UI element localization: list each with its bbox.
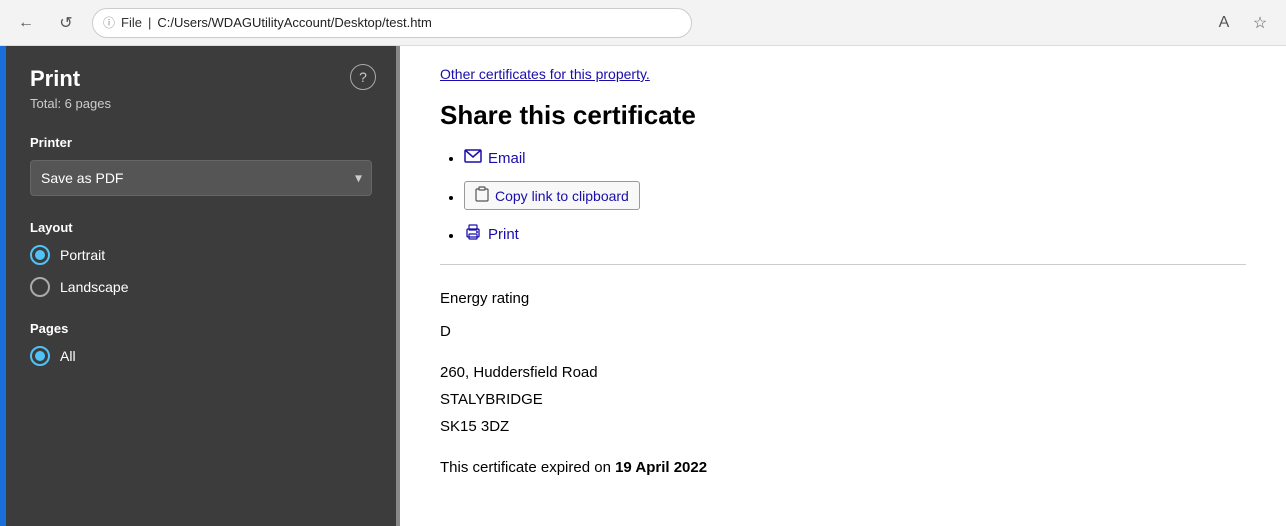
- file-label: File: [121, 15, 142, 30]
- print-panel: Print Total: 6 pages ? Printer Save as P…: [6, 46, 396, 526]
- print-title: Print: [30, 66, 372, 92]
- other-certs-link[interactable]: Other certificates for this property.: [440, 66, 1246, 82]
- energy-rating-label: Energy rating: [440, 285, 1246, 312]
- clipboard-icon: [475, 186, 489, 205]
- address-line1: 260, Huddersfield Road: [440, 359, 1246, 386]
- portrait-radio-item[interactable]: Portrait: [30, 245, 372, 265]
- page-content: Other certificates for this property. Sh…: [396, 46, 1286, 526]
- share-list: Email Copy link to clipboard: [440, 149, 1246, 244]
- energy-rating-value: D: [440, 318, 1246, 345]
- layout-radio-group: Portrait Landscape: [30, 245, 372, 297]
- all-pages-label: All: [60, 348, 76, 364]
- pages-radio-group: All: [30, 346, 372, 366]
- landscape-label: Landscape: [60, 279, 129, 295]
- expire-prefix: This certificate expired on: [440, 459, 615, 476]
- email-label: Email: [488, 150, 526, 167]
- pages-section: Pages All: [30, 321, 372, 366]
- all-pages-radio-circle: [30, 346, 50, 366]
- printer-select-wrapper: Save as PDF ▾: [30, 160, 372, 196]
- email-link[interactable]: Email: [464, 149, 526, 167]
- portrait-label: Portrait: [60, 247, 105, 263]
- expire-text: This certificate expired on 19 April 202…: [440, 454, 1246, 481]
- print-icon: [464, 224, 482, 244]
- landscape-radio-circle: [30, 277, 50, 297]
- landscape-radio-item[interactable]: Landscape: [30, 277, 372, 297]
- print-list-item: Print: [464, 224, 1246, 244]
- info-icon: ⓘ: [103, 14, 115, 31]
- copy-link-label: Copy link to clipboard: [495, 188, 629, 204]
- expire-date: 19 April 2022: [615, 459, 707, 476]
- help-button[interactable]: ?: [350, 64, 376, 90]
- browser-toolbar: ← ↺ ⓘ File | C:/Users/WDAGUtilityAccount…: [0, 0, 1286, 46]
- address-line3: SK15 3DZ: [440, 413, 1246, 440]
- divider: [440, 264, 1246, 265]
- refresh-button[interactable]: ↺: [52, 9, 80, 37]
- translate-button[interactable]: A: [1210, 9, 1238, 37]
- copy-link-list-item: Copy link to clipboard: [464, 181, 1246, 210]
- address-separator: |: [148, 15, 151, 30]
- print-link[interactable]: Print: [464, 224, 519, 244]
- print-total-pages: Total: 6 pages: [30, 96, 372, 111]
- browser-actions: A ☆: [1210, 9, 1274, 37]
- layout-label: Layout: [30, 220, 372, 235]
- printer-select[interactable]: Save as PDF: [30, 160, 372, 196]
- share-heading: Share this certificate: [440, 100, 1246, 131]
- all-pages-radio-item[interactable]: All: [30, 346, 372, 366]
- address-line2: STALYBRIDGE: [440, 386, 1246, 413]
- favorite-button[interactable]: ☆: [1246, 9, 1274, 37]
- printer-label: Printer: [30, 135, 372, 150]
- layout-section: Layout Portrait Landscape: [30, 220, 372, 297]
- print-label: Print: [488, 226, 519, 243]
- email-icon: [464, 149, 482, 167]
- copy-link-button[interactable]: Copy link to clipboard: [464, 181, 640, 210]
- energy-section: Energy rating D 260, Huddersfield Road S…: [440, 285, 1246, 481]
- address-bar[interactable]: ⓘ File | C:/Users/WDAGUtilityAccount/Des…: [92, 8, 692, 38]
- email-list-item: Email: [464, 149, 1246, 167]
- portrait-radio-circle: [30, 245, 50, 265]
- back-button[interactable]: ←: [12, 9, 40, 37]
- main-content: Print Total: 6 pages ? Printer Save as P…: [0, 46, 1286, 526]
- address-block: 260, Huddersfield Road STALYBRIDGE SK15 …: [440, 359, 1246, 440]
- pages-label: Pages: [30, 321, 372, 336]
- address-text: C:/Users/WDAGUtilityAccount/Desktop/test…: [157, 15, 432, 30]
